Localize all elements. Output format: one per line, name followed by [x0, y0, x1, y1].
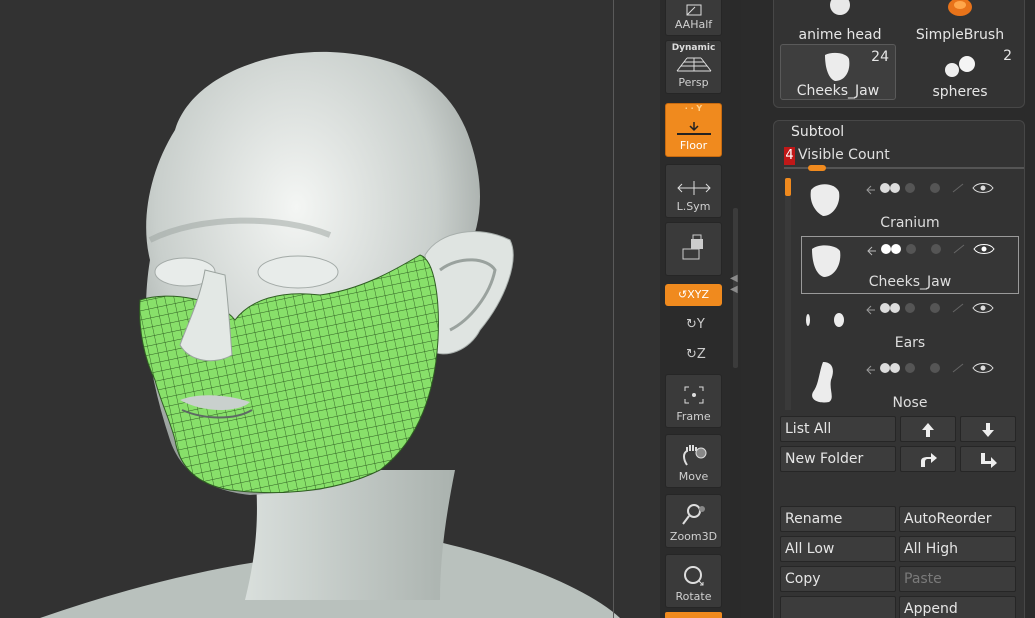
collapse-arrow-icon[interactable]: ◀ ◀: [730, 273, 740, 299]
lsym-button[interactable]: L.Sym: [665, 164, 722, 218]
all-low-button[interactable]: All Low: [780, 536, 896, 562]
frame-icon: [684, 386, 703, 404]
visible-count-label: Visible Count: [798, 147, 890, 163]
arrow-up-icon: [922, 423, 934, 437]
tool-tile-anime-head[interactable]: anime head: [782, 0, 898, 43]
move-button[interactable]: Move: [665, 434, 722, 488]
scroll-thumb[interactable]: [785, 178, 791, 196]
subtool-scrollbar[interactable]: [785, 178, 791, 410]
arrow-down-icon: [982, 423, 994, 437]
paste-button[interactable]: Paste: [899, 566, 1016, 592]
tool-tile-spheres[interactable]: 2 spheres: [902, 44, 1018, 100]
xyz-rotation-button[interactable]: ↺XYZ: [665, 284, 722, 306]
floor-label: Floor: [679, 139, 708, 152]
append-button[interactable]: Append: [899, 596, 1016, 618]
symmetry-icon: [676, 181, 711, 195]
simplebrush-icon: [948, 0, 972, 16]
rename-button[interactable]: Rename: [780, 506, 896, 532]
autoreorder-button[interactable]: AutoReorder: [899, 506, 1016, 532]
turn-down-button[interactable]: [960, 446, 1016, 472]
zbrush-window: AAHalf Dynamic Persp · · Y Floor L.Sym ↺…: [0, 0, 1035, 618]
subtool-controls[interactable]: [865, 360, 1015, 376]
empty-button[interactable]: [780, 596, 896, 618]
tool-tile-cheeks-jaw[interactable]: 24 Cheeks_Jaw: [780, 44, 896, 100]
tool-count: 24: [871, 49, 889, 65]
aahalf-label: AAHalf: [674, 18, 713, 31]
spheres-thumb-icon: [945, 56, 975, 77]
subtool-name: Cranium: [880, 215, 940, 231]
move-down-button[interactable]: [960, 416, 1016, 442]
visible-count-knob[interactable]: [808, 165, 826, 171]
floor-button[interactable]: · · Y Floor: [665, 103, 722, 157]
cheeks-jaw-thumb-icon: [825, 52, 850, 81]
head-thumb-icon: [830, 0, 850, 15]
tool-name: anime head: [798, 27, 882, 43]
zoom3d-button[interactable]: Zoom3D: [665, 494, 722, 548]
tool-name: spheres: [932, 84, 988, 100]
ears-thumb-icon: [806, 313, 844, 327]
lsym-label: L.Sym: [676, 200, 711, 213]
list-all-button[interactable]: List All: [780, 416, 896, 442]
viewport-divider: [613, 0, 614, 618]
subtool-row-ears[interactable]: Ears: [801, 296, 1019, 354]
subtool-controls[interactable]: [865, 300, 1015, 316]
turn-down-arrow-icon: [981, 453, 997, 468]
persp-button[interactable]: Dynamic Persp: [665, 40, 722, 94]
cranium-thumb-icon: [810, 184, 840, 216]
tool-palette-box: anime head SimpleBrush 24 Cheeks_Jaw 2 s…: [773, 0, 1025, 108]
tool-panel: anime head SimpleBrush 24 Cheeks_Jaw 2 s…: [741, 0, 1035, 618]
curve-right-arrow-icon: [921, 453, 937, 467]
camera-lock-icon: [682, 234, 703, 260]
tool-tile-simplebrush[interactable]: SimpleBrush: [902, 0, 1018, 43]
subtool-name: Nose: [892, 395, 928, 411]
tool-count: 2: [1003, 48, 1012, 64]
rotate-button[interactable]: Rotate: [665, 554, 722, 608]
persp-grid-icon: [676, 57, 711, 72]
line-fill-button[interactable]: [665, 612, 722, 618]
floor-icon: [676, 122, 711, 135]
subtool-name: Ears: [894, 335, 926, 351]
subtool-row-cheeks-jaw[interactable]: Cheeks_Jaw: [801, 236, 1019, 294]
tool-name: SimpleBrush: [915, 27, 1005, 43]
rotate-z-button[interactable]: ↻Z: [686, 347, 706, 363]
subtool-row-cranium[interactable]: Cranium: [801, 176, 1019, 234]
floor-axis-icon: · · Y: [684, 104, 703, 113]
rotate-y-button[interactable]: ↻Y: [686, 317, 705, 333]
right-shelf: AAHalf Dynamic Persp · · Y Floor L.Sym ↺…: [660, 0, 730, 618]
move-hand-icon: [682, 445, 706, 466]
copy-button[interactable]: Copy: [780, 566, 896, 592]
zoom-magnifier-icon: [681, 504, 705, 525]
frame-label: Frame: [676, 410, 711, 423]
viewport-canvas[interactable]: [0, 0, 660, 618]
rotate-icon: [683, 566, 703, 586]
new-folder-button[interactable]: New Folder: [780, 446, 896, 472]
dynamic-label: Dynamic: [671, 43, 716, 53]
lock-camera-button[interactable]: [665, 222, 722, 276]
move-up-button[interactable]: [900, 416, 956, 442]
move-label: Move: [678, 470, 709, 483]
frame-button[interactable]: Frame: [665, 374, 722, 428]
rotate-label: Rotate: [675, 590, 712, 603]
subtool-row-nose[interactable]: Nose: [801, 356, 1019, 414]
subtool-controls[interactable]: [865, 180, 1015, 196]
all-high-button[interactable]: All High: [899, 536, 1016, 562]
zoom3d-label: Zoom3D: [669, 530, 718, 543]
persp-label: Persp: [678, 76, 709, 89]
aahalf-button[interactable]: AAHalf: [665, 0, 722, 36]
subtool-controls[interactable]: [866, 241, 1016, 257]
subtool-name: Cheeks_Jaw: [868, 274, 952, 290]
visible-count-value: 4: [784, 147, 795, 165]
subtool-title[interactable]: Subtool: [791, 124, 844, 140]
redo-move-button[interactable]: [900, 446, 956, 472]
tool-name: Cheeks_Jaw: [796, 83, 880, 99]
head-model: [40, 51, 620, 618]
